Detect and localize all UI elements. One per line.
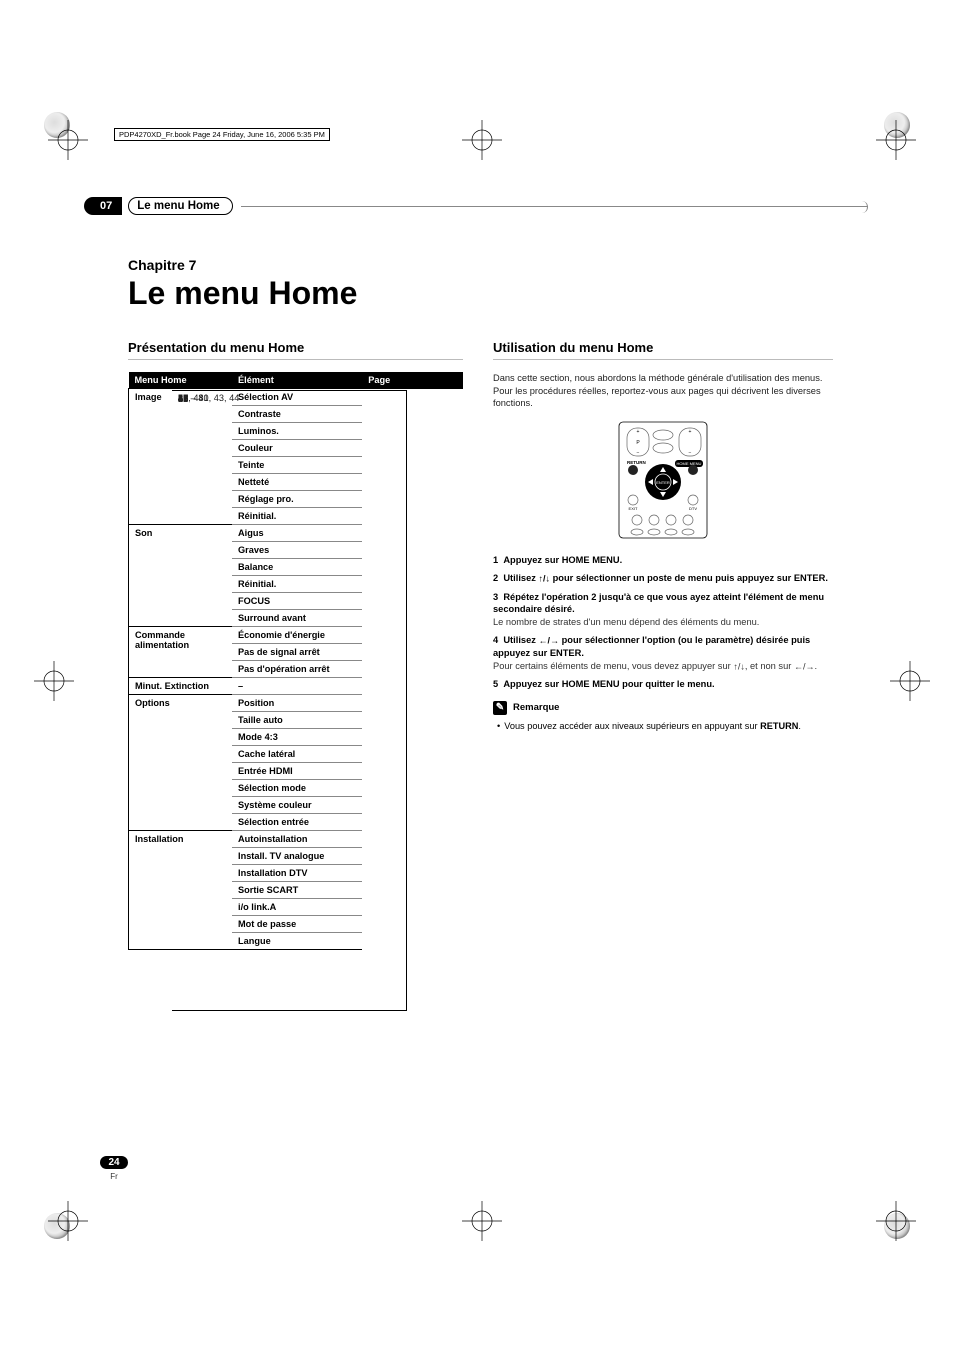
crop-mark-icon: [462, 1201, 492, 1231]
page-language: Fr: [86, 1172, 142, 1181]
chapter-title: Le menu Home: [128, 275, 868, 312]
col-header-page: Page: [362, 372, 462, 389]
section-heading-right: Utilisation du menu Home: [493, 340, 833, 360]
step-1: 1 Appuyez sur HOME MENU.: [493, 554, 833, 567]
page-number: 24: [100, 1156, 127, 1169]
note-icon: ✎: [493, 701, 507, 715]
svg-text:−: −: [637, 450, 640, 456]
chapter-number-badge: 07: [84, 197, 122, 215]
source-file-label: PDP4270XD_Fr.book Page 24 Friday, June 1…: [114, 128, 330, 141]
menu-table: Menu Home Élément Page ImageSélection AV…: [128, 372, 463, 950]
svg-text:P: P: [636, 440, 640, 446]
crop-mark-icon: [890, 661, 920, 691]
svg-text:−: −: [689, 450, 692, 456]
chapter-header-title: Le menu Home: [128, 197, 232, 215]
chapter-header: 07 Le menu Home: [86, 195, 868, 217]
step-3: 3 Répétez l'opération 2 jusqu'à ce que v…: [493, 591, 833, 629]
crop-mark-icon: [876, 120, 906, 150]
svg-text:+: +: [689, 429, 692, 435]
left-right-arrow-icon: ←/→: [794, 661, 815, 671]
crop-mark-icon: [34, 661, 64, 691]
note-body: Vous pouvez accéder aux niveaux supérieu…: [493, 720, 833, 732]
crop-mark-icon: [462, 120, 492, 150]
table-row: Langue28: [129, 933, 463, 950]
step-2: 2 Utilisez ↑/↓ pour sélectionner un post…: [493, 572, 833, 585]
step-4: 4 Utilisez ←/→ pour sélectionner l'optio…: [493, 634, 833, 672]
step-5: 5 Appuyez sur HOME MENU pour quitter le …: [493, 678, 833, 691]
menu-page-ref: 28: [172, 390, 407, 1011]
crop-mark-icon: [876, 1201, 906, 1231]
svg-text:+: +: [637, 429, 640, 435]
remote-control-illustration: P + − + − RETURN HOME MENU ENTER: [613, 420, 713, 540]
col-header-element: Élément: [232, 372, 362, 389]
crop-mark-icon: [48, 1201, 78, 1231]
col-header-menu: Menu Home: [129, 372, 233, 389]
crop-mark-icon: [48, 120, 78, 150]
chapter-label: Chapitre 7: [128, 257, 868, 273]
section-heading-left: Présentation du menu Home: [128, 340, 463, 360]
svg-text:ENTER: ENTER: [656, 480, 670, 485]
up-down-arrow-icon: ↑/↓: [733, 661, 745, 671]
svg-text:EXIT: EXIT: [629, 506, 638, 511]
header-rule: [241, 206, 868, 207]
svg-text:RETURN: RETURN: [627, 460, 646, 465]
svg-text:DTV: DTV: [689, 506, 697, 511]
left-right-arrow-icon: ←/→: [538, 636, 559, 646]
note-heading: ✎ Remarque: [493, 701, 833, 715]
page-footer: 24 Fr: [86, 1152, 142, 1181]
intro-text: Dans cette section, nous abordons la mét…: [493, 372, 833, 410]
up-down-arrow-icon: ↑/↓: [538, 574, 550, 584]
svg-text:HOME MENU: HOME MENU: [677, 461, 702, 466]
